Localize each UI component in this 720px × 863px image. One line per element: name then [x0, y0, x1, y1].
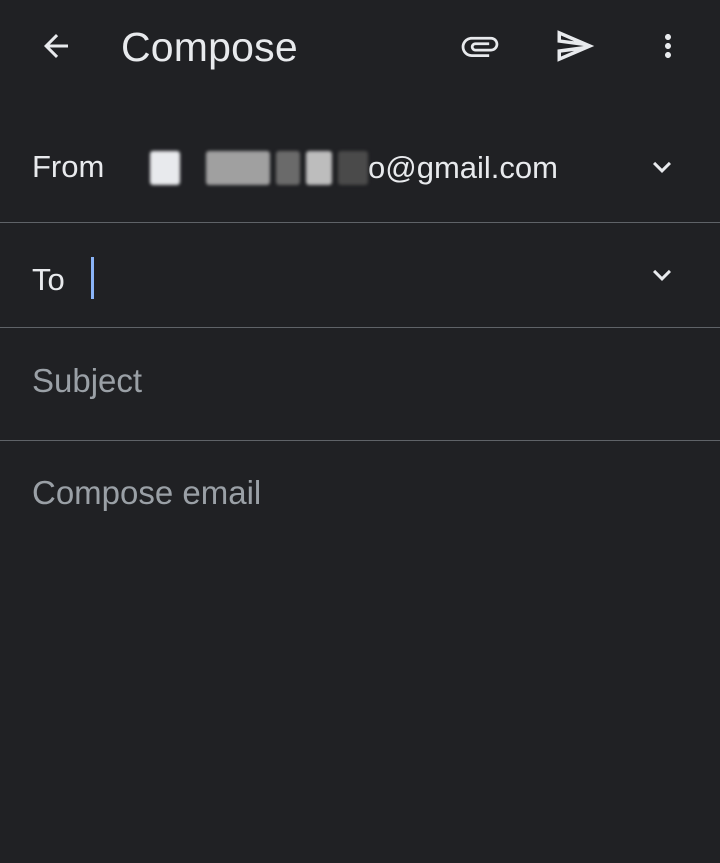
from-label: From — [32, 149, 105, 184]
more-options-button[interactable] — [644, 20, 692, 72]
from-expand-button[interactable] — [634, 142, 690, 192]
compose-screen: Compose From o@gmail.com To Subject Comp… — [0, 0, 720, 863]
redacted-avatar — [150, 151, 180, 185]
chevron-down-icon — [653, 161, 671, 173]
from-address[interactable]: o@gmail.com — [150, 148, 558, 188]
send-button[interactable] — [547, 20, 603, 72]
redacted-text — [206, 151, 270, 185]
page-title: Compose — [121, 24, 298, 70]
to-expand-button[interactable] — [634, 250, 690, 300]
more-vert-icon — [665, 34, 671, 58]
redacted-text — [338, 151, 368, 185]
redacted-text — [276, 151, 300, 185]
compose-body-input[interactable] — [32, 470, 682, 830]
to-row: To — [0, 223, 720, 328]
subject-input[interactable] — [32, 358, 682, 404]
top-app-bar: Compose — [0, 0, 720, 94]
text-cursor — [91, 257, 94, 299]
send-icon — [557, 30, 595, 62]
attach-button[interactable] — [452, 20, 508, 72]
from-row: From o@gmail.com — [0, 112, 720, 223]
to-label: To — [32, 262, 65, 297]
from-address-visible: o@gmail.com — [368, 150, 558, 185]
redacted-text — [306, 151, 332, 185]
to-input[interactable] — [88, 256, 632, 298]
paperclip-icon — [461, 36, 499, 57]
subject-row — [0, 328, 720, 441]
chevron-down-icon — [653, 269, 671, 281]
arrow-back-icon — [44, 34, 68, 58]
back-button[interactable] — [28, 20, 84, 72]
